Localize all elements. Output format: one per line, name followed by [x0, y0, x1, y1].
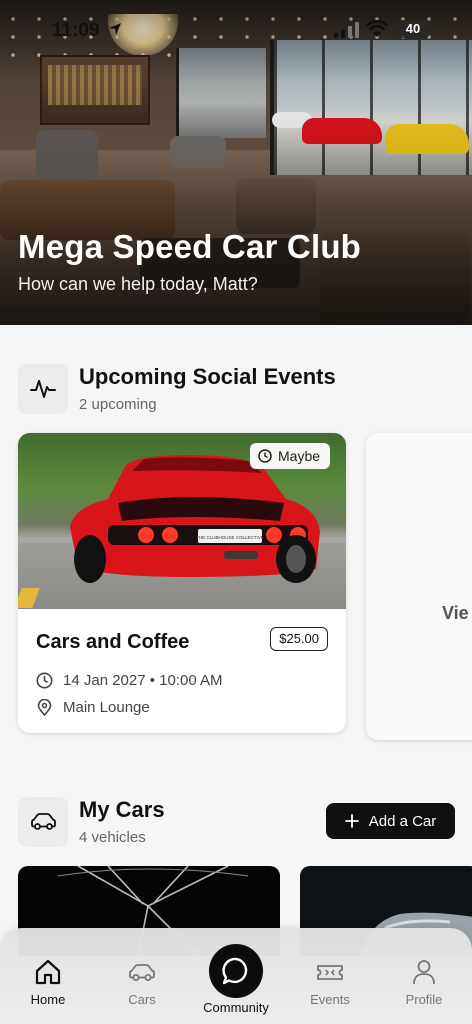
clock-icon: [36, 672, 53, 689]
battery-indicator: 40: [396, 20, 430, 38]
tab-cars-label: Cars: [128, 992, 156, 1007]
view-all-label: Vie: [442, 603, 469, 623]
status-bar: 11:09 40: [0, 0, 472, 62]
event-price: $25.00: [270, 627, 328, 651]
tab-community[interactable]: [209, 944, 263, 998]
greeting-text: How can we help today, Matt?: [18, 274, 258, 294]
clock-icon: [258, 449, 272, 463]
tab-home[interactable]: Home: [13, 958, 83, 1007]
status-time: 11:09: [52, 20, 100, 41]
tab-community-label: Community: [203, 1000, 269, 1015]
event-location-row: Main Lounge: [36, 699, 150, 716]
activity-icon: [18, 364, 68, 414]
event-location: Main Lounge: [63, 699, 150, 716]
hero-banner: 11:09 40 Mega Speed Car Club How can we …: [0, 0, 472, 325]
location-arrow-icon: [109, 23, 121, 35]
add-car-label: Add a Car: [368, 812, 437, 830]
wifi-icon: [366, 20, 388, 37]
tab-profile-label: Profile: [405, 992, 443, 1007]
event-card[interactable]: THE CLUBHOUSE COLLECTIVE Maybe Cars and …: [18, 433, 346, 733]
tab-events[interactable]: Events: [295, 958, 365, 1007]
add-car-button[interactable]: Add a Car: [326, 803, 455, 839]
car-icon: [129, 964, 155, 981]
profile-icon: [413, 960, 435, 985]
event-details: Cars and Coffee $25.00 14 Jan 2027 • 10:…: [18, 609, 346, 733]
cars-section-title: My Cars: [79, 797, 165, 822]
chat-bubble-icon: [222, 957, 248, 985]
cellular-signal-icon: [334, 22, 359, 38]
license-plate: THE CLUBHOUSE COLLECTIVE: [196, 535, 264, 540]
bottom-tab-bar: Home Cars Community Events Profile: [0, 928, 472, 1024]
event-datetime-row: 14 Jan 2027 • 10:00 AM: [36, 672, 223, 689]
home-icon: [35, 959, 61, 985]
car-icon: [18, 797, 68, 847]
event-datetime: 14 Jan 2027 • 10:00 AM: [63, 672, 223, 689]
tab-events-label: Events: [310, 992, 350, 1007]
club-title: Mega Speed Car Club: [18, 228, 362, 265]
vehicle-count: 4 vehicles: [79, 829, 146, 846]
tab-home-label: Home: [30, 992, 66, 1007]
rsvp-status: Maybe: [278, 448, 321, 464]
tab-cars[interactable]: Cars: [107, 958, 177, 1007]
view-all-events-card[interactable]: Vie: [366, 433, 472, 740]
events-section-title: Upcoming Social Events: [79, 364, 336, 389]
rsvp-badge[interactable]: Maybe: [250, 443, 331, 469]
tab-profile[interactable]: Profile: [389, 958, 459, 1007]
event-title: Cars and Coffee: [36, 631, 190, 653]
location-pin-icon: [37, 699, 52, 716]
plus-icon: [344, 814, 359, 828]
ticket-icon: [317, 965, 343, 980]
events-count: 2 upcoming: [79, 396, 157, 413]
